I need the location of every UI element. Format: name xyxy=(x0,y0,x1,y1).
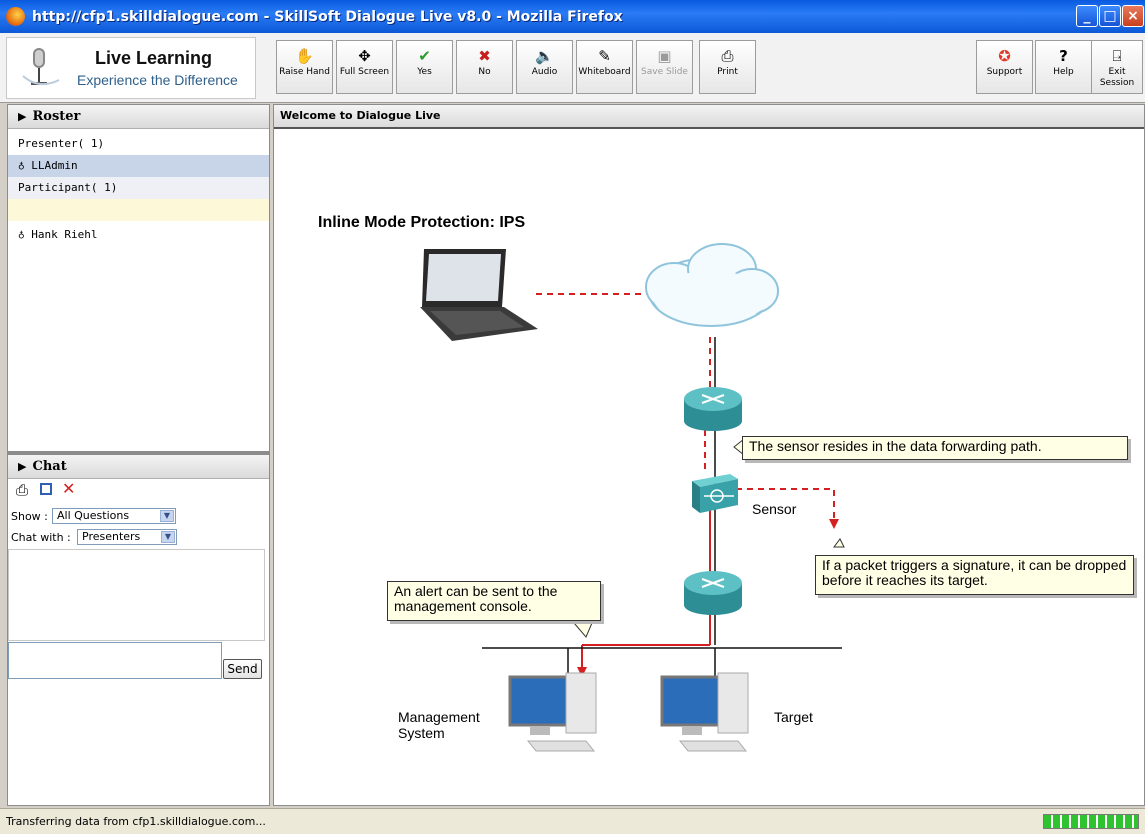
cloud-icon xyxy=(645,243,779,327)
progress-bar xyxy=(1043,814,1139,829)
main-panel: Welcome to Dialogue Live Inline Mode Pro… xyxy=(273,104,1145,806)
yes-button[interactable]: ✔ Yes xyxy=(396,40,453,94)
whiteboard-button[interactable]: ✎ Whiteboard xyxy=(576,40,633,94)
packet-callout: If a packet triggers a signature, it can… xyxy=(815,555,1134,595)
laptop-icon xyxy=(420,249,538,341)
window-title: http://cfp1.skilldialogue.com - SkillSof… xyxy=(32,9,623,25)
roster-item-participant[interactable]: ♁ Hank Riehl xyxy=(8,224,269,246)
microphone-icon xyxy=(22,48,60,86)
yes-label: Yes xyxy=(417,67,432,77)
window-title-bar: http://cfp1.skilldialogue.com - SkillSof… xyxy=(0,0,1145,33)
alert-callout: An alert can be sent to the management c… xyxy=(387,581,601,621)
status-bar: Transferring data from cfp1.skilldialogu… xyxy=(0,808,1145,834)
help-label: Help xyxy=(1053,67,1074,77)
chat-title: Chat xyxy=(32,459,67,474)
callout-pointer xyxy=(833,538,845,548)
support-button[interactable]: ✪ Support xyxy=(976,40,1033,94)
raise-hand-button[interactable]: ✋ Raise Hand xyxy=(276,40,333,94)
chevron-down-icon: ▼ xyxy=(161,531,175,543)
exit-session-button[interactable]: ⍈ Exit Session xyxy=(1091,40,1143,94)
roster-title: Roster xyxy=(32,109,81,124)
chat-with-label: Chat with : xyxy=(11,531,71,544)
router-icon xyxy=(684,571,742,615)
left-panel: ▶ Roster Presenter( 1) ♁ LLAdmin Particip… xyxy=(7,104,270,806)
management-system-label: Management System xyxy=(398,709,480,741)
live-learning-logo: Live Learning Experience the Difference xyxy=(6,37,256,99)
save-slide-label: Save Slide xyxy=(641,67,688,77)
audio-button[interactable]: 🔈 Audio xyxy=(516,40,573,94)
main-header: Welcome to Dialogue Live xyxy=(274,105,1144,129)
x-mark-icon: ✖ xyxy=(478,47,491,65)
full-screen-button[interactable]: ✥ Full Screen xyxy=(336,40,393,94)
printer-icon: ⎙ xyxy=(721,47,734,65)
lifebuoy-icon: ✪ xyxy=(998,47,1011,65)
hand-icon: ✋ xyxy=(295,47,314,65)
no-button[interactable]: ✖ No xyxy=(456,40,513,94)
chat-with-value: Presenters xyxy=(82,530,141,543)
chat-messages-area[interactable] xyxy=(8,549,265,641)
close-window-button[interactable]: × xyxy=(1122,5,1144,27)
expand-triangle-icon: ▶ xyxy=(18,110,27,123)
save-slide-button[interactable]: ▣ Save Slide xyxy=(636,40,693,94)
person-icon: ♁ xyxy=(18,159,25,172)
print-button[interactable]: ⎙ Print xyxy=(699,40,756,94)
show-filter-select[interactable]: All Questions ▼ xyxy=(52,508,176,524)
management-computer-icon xyxy=(508,672,597,752)
checkmark-icon: ✔ xyxy=(418,47,431,65)
speaker-icon: 🔈 xyxy=(535,47,554,65)
show-filter-value: All Questions xyxy=(57,509,130,522)
chat-with-select[interactable]: Presenters ▼ xyxy=(77,529,177,545)
progress-fill xyxy=(1044,815,1138,828)
pencil-icon: ✎ xyxy=(598,47,611,65)
chevron-down-icon: ▼ xyxy=(160,510,174,522)
audio-label: Audio xyxy=(531,67,558,77)
chat-save-icon[interactable] xyxy=(40,483,52,495)
person-icon: ♁ xyxy=(18,228,25,241)
participant-group-label: Participant( 1) xyxy=(8,177,269,199)
roster-name: LLAdmin xyxy=(31,159,78,172)
full-screen-label: Full Screen xyxy=(339,67,390,77)
raise-hand-label: Raise Hand xyxy=(279,67,330,77)
sensor-callout: The sensor resides in the data forwardin… xyxy=(742,436,1128,460)
exit-session-label: Exit Session xyxy=(1099,67,1135,88)
help-button[interactable]: ? Help xyxy=(1035,40,1092,94)
minimize-button[interactable]: _ xyxy=(1076,5,1098,27)
chat-clear-icon[interactable]: ✕ xyxy=(62,479,75,498)
roster-blank-row xyxy=(8,199,269,221)
roster-name: Hank Riehl xyxy=(31,228,98,241)
logo-tagline: Experience the Difference xyxy=(77,72,238,88)
sensor-label: Sensor xyxy=(752,501,797,517)
exit-door-icon: ⍈ xyxy=(1112,47,1122,65)
disk-icon: ▣ xyxy=(657,47,672,65)
target-computer-icon xyxy=(660,672,749,752)
target-label: Target xyxy=(774,709,813,725)
roster-item-presenter[interactable]: ♁ LLAdmin xyxy=(8,155,269,177)
show-label: Show : xyxy=(11,510,48,523)
chat-header[interactable]: ▶ Chat xyxy=(8,455,269,479)
no-label: No xyxy=(478,67,491,77)
sensor-icon xyxy=(692,474,738,513)
router-icon xyxy=(684,387,742,431)
question-mark-icon: ? xyxy=(1059,47,1068,65)
logo-title: Live Learning xyxy=(95,48,213,68)
callout-pointer xyxy=(572,622,593,638)
roster-header[interactable]: ▶ Roster xyxy=(8,105,269,129)
toolbar: Live Learning Experience the Difference … xyxy=(0,33,1145,103)
expand-arrows-icon: ✥ xyxy=(358,47,371,65)
firefox-icon xyxy=(6,7,25,26)
drop-arrow-head xyxy=(829,519,839,529)
maximize-button[interactable]: □ xyxy=(1099,5,1121,27)
whiteboard-label: Whiteboard xyxy=(578,67,631,77)
support-label: Support xyxy=(986,67,1023,77)
chat-message-input[interactable] xyxy=(8,642,222,679)
chat-print-icon[interactable]: ⎙ xyxy=(16,481,28,499)
print-label: Print xyxy=(717,67,738,77)
slide-title: Inline Mode Protection: IPS xyxy=(318,214,526,231)
presentation-slide: Inline Mode Protection: IPS The sensor r… xyxy=(274,129,1144,805)
send-button[interactable]: Send xyxy=(223,659,262,679)
expand-triangle-icon: ▶ xyxy=(18,460,27,473)
presenter-group-label: Presenter( 1) xyxy=(18,137,105,150)
status-text: Transferring data from cfp1.skilldialogu… xyxy=(6,815,266,828)
